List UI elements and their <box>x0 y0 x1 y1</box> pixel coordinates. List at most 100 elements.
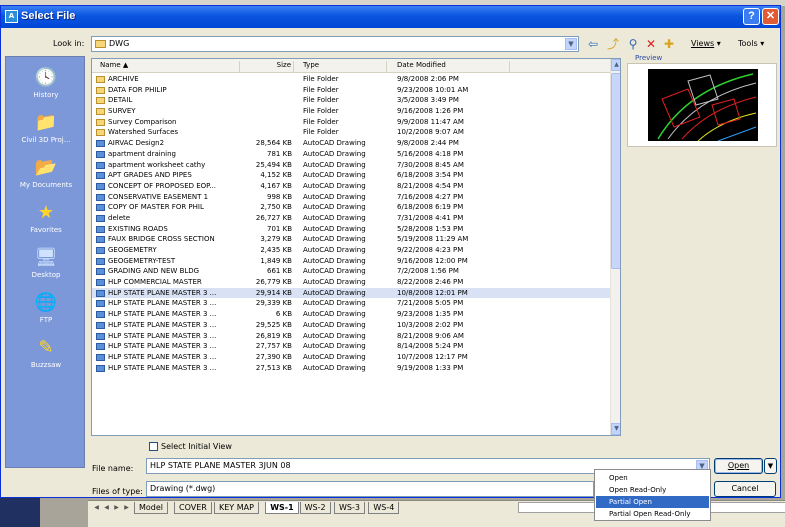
dwg-file-icon <box>96 257 105 265</box>
place-item[interactable]: 🖥 Desktop <box>6 243 86 287</box>
place-item[interactable]: 📂 My Documents <box>6 153 86 197</box>
cell-type: File Folder <box>303 107 339 116</box>
new-folder-icon[interactable]: ✚ <box>661 36 677 52</box>
place-item[interactable]: 🌐 FTP <box>6 288 86 332</box>
layout-tab[interactable]: WS-4 <box>368 502 400 514</box>
places-bar: 🕓 History 📁 Civil 3D Proj... 📂 My Documents ★ F… <box>5 56 85 468</box>
tab-next-icon[interactable]: ▶ <box>112 503 121 512</box>
cell-type: AutoCAD Drawing <box>303 331 366 340</box>
column-header-date[interactable]: Date Modified <box>390 61 510 72</box>
menu-item[interactable]: Partial Open <box>596 496 709 508</box>
column-header-type[interactable]: Type <box>297 61 387 72</box>
views-menu[interactable]: Views ▾ <box>691 39 721 48</box>
place-item[interactable]: ★ Favorites <box>6 198 86 242</box>
cell-type: AutoCAD Drawing <box>303 256 366 265</box>
table-row[interactable]: FAUX BRIDGE CROSS SECTION 3,279 KB AutoCAD… <box>92 234 610 245</box>
cell-type: File Folder <box>303 117 339 126</box>
tools-menu[interactable]: Tools ▾ <box>738 39 764 48</box>
cell-type: AutoCAD Drawing <box>303 224 366 233</box>
select-initial-view-checkbox[interactable] <box>149 442 158 451</box>
cancel-button[interactable]: Cancel <box>714 481 776 497</box>
scroll-thumb[interactable] <box>611 73 620 269</box>
tab-last-icon[interactable]: ▶ <box>122 503 131 512</box>
close-button[interactable]: ✕ <box>762 8 779 25</box>
cell-date: 7/16/2008 4:27 PM <box>397 192 464 201</box>
table-row[interactable]: apartment draining 781 KB AutoCAD Drawing 5… <box>92 149 610 160</box>
cell-size: 27,513 KB <box>255 363 292 372</box>
table-row[interactable]: HLP STATE PLANE MASTER 3 ... 27,757 KB Aut… <box>92 341 610 352</box>
cell-name: DETAIL <box>108 96 133 105</box>
help-button[interactable]: ? <box>743 8 760 25</box>
scroll-up-icon[interactable]: ▲ <box>611 59 620 71</box>
table-row[interactable]: delete 26,727 KB AutoCAD Drawing 7/31/2008 … <box>92 213 610 224</box>
table-row[interactable]: ARCHIVE File Folder 9/8/2008 2:06 PM <box>92 74 610 85</box>
up-folder-icon[interactable]: ⤴ <box>605 36 621 52</box>
table-row[interactable]: Watershed Surfaces File Folder 10/2/2008 9… <box>92 127 610 138</box>
table-row[interactable]: HLP STATE PLANE MASTER 3 ... 27,390 KB Aut… <box>92 352 610 363</box>
table-row[interactable]: HLP STATE PLANE MASTER 3 ... 29,914 KB Aut… <box>92 287 610 299</box>
dwg-file-icon <box>96 150 105 158</box>
table-row[interactable]: SURVEY File Folder 9/16/2008 1:26 PM <box>92 106 610 117</box>
tab-first-icon[interactable]: ◀ <box>92 503 101 512</box>
menu-item[interactable]: Open <box>596 472 709 484</box>
layout-tab[interactable]: WS-3 <box>334 502 365 514</box>
tab-prev-icon[interactable]: ◀ <box>102 503 111 512</box>
table-row[interactable]: HLP STATE PLANE MASTER 3 ... 29,525 KB Aut… <box>92 320 610 331</box>
table-row[interactable]: CONSERVATIVE EASEMENT 1 998 KB AutoCAD Dra… <box>92 192 610 203</box>
column-header-size[interactable]: Size <box>242 61 294 72</box>
cell-date: 5/28/2008 1:53 PM <box>397 224 464 233</box>
cell-name: ARCHIVE <box>108 75 139 83</box>
table-row[interactable]: apartment worksheet cathy 25,494 KB AutoCA… <box>92 160 610 171</box>
table-row[interactable]: Survey Comparison File Folder 9/9/2008 11:… <box>92 117 610 128</box>
file-list[interactable]: Name ▲ Size Type Date Modified ARCHIVE Fi… <box>91 58 621 436</box>
menu-item[interactable]: Open Read-Only <box>596 484 709 496</box>
table-row[interactable]: GEOGEMETRY-TEST 1,849 KB AutoCAD Drawing 9/… <box>92 256 610 267</box>
table-row[interactable]: COPY OF MASTER FOR PHIL 2,750 KB AutoCAD D… <box>92 202 610 213</box>
open-options-menu: Open Open Read-Only Partial Open Partial Op… <box>594 469 711 521</box>
open-button[interactable]: Open <box>714 458 763 474</box>
scroll-down-icon[interactable]: ▼ <box>611 423 620 435</box>
table-row[interactable]: AIRVAC Design2 28,564 KB AutoCAD Drawing 9/… <box>92 138 610 149</box>
table-row[interactable]: HLP STATE PLANE MASTER 3 ... 29,339 KB Aut… <box>92 298 610 309</box>
cell-type: AutoCAD Drawing <box>303 181 366 190</box>
layout-tab[interactable]: WS-1 <box>265 502 299 514</box>
table-row[interactable]: CONCEPT OF PROPOSED EOP... 4,167 KB AutoCA… <box>92 181 610 192</box>
table-row[interactable]: APT GRADES AND PIPES 4,152 KB AutoCAD Draw… <box>92 170 610 181</box>
menu-item[interactable]: Partial Open Read-Only <box>596 508 709 520</box>
layout-tab[interactable]: COVER <box>174 502 212 514</box>
open-dropdown-arrow-icon[interactable]: ▼ <box>764 458 777 474</box>
history-icon: 🕓 <box>34 67 58 88</box>
table-row[interactable]: GEOGEMETRY 2,435 KB AutoCAD Drawing 9/22/20… <box>92 245 610 256</box>
place-item[interactable]: 📁 Civil 3D Proj... <box>6 108 86 152</box>
cell-date: 3/5/2008 3:49 PM <box>397 96 459 105</box>
folder-icon: 📁 <box>34 112 58 133</box>
cell-name: FAUX BRIDGE CROSS SECTION <box>108 235 215 244</box>
table-row[interactable]: HLP STATE PLANE MASTER 3 ... 27,513 KB Aut… <box>92 363 610 374</box>
cell-size: 27,390 KB <box>255 352 292 361</box>
delete-icon[interactable]: ✕ <box>643 36 659 52</box>
layout-tab[interactable]: WS-2 <box>299 502 331 514</box>
place-item[interactable]: 🕓 History <box>6 63 86 107</box>
cell-type: AutoCAD Drawing <box>303 320 366 329</box>
table-row[interactable]: HLP STATE PLANE MASTER 3 ... 6 KB AutoCAD … <box>92 309 610 320</box>
cell-size: 4,152 KB <box>260 171 292 180</box>
table-row[interactable]: DETAIL File Folder 3/5/2008 3:49 PM <box>92 95 610 106</box>
dialog-titlebar[interactable]: A Select File ? ✕ <box>1 6 780 28</box>
table-row[interactable]: DATA FOR PHILIP File Folder 9/23/2008 10:0… <box>92 85 610 96</box>
search-icon[interactable]: ⚲ <box>625 36 641 52</box>
layout-tab[interactable]: Model <box>134 502 169 514</box>
table-row[interactable]: EXISTING ROADS 701 KB AutoCAD Drawing 5/28/… <box>92 224 610 235</box>
cell-name: Survey Comparison <box>108 117 177 126</box>
column-header-name[interactable]: Name ▲ <box>100 61 240 72</box>
layout-tab[interactable]: KEY MAP <box>214 502 259 514</box>
table-row[interactable]: HLP COMMERCIAL MASTER 26,779 KB AutoCAD Dr… <box>92 277 610 288</box>
table-row[interactable]: HLP STATE PLANE MASTER 3 ... 26,819 KB Aut… <box>92 331 610 342</box>
back-icon[interactable]: ⇦ <box>585 36 601 52</box>
table-row[interactable]: GRADING AND NEW BLDG 661 KB AutoCAD Drawin… <box>92 266 610 277</box>
chevron-down-icon[interactable]: ▼ <box>565 38 577 50</box>
vertical-scrollbar[interactable]: ▲ ▼ <box>610 59 620 435</box>
look-in-select[interactable]: DWG ▼ <box>91 36 579 52</box>
file-type-select[interactable]: Drawing (*.dwg) <box>146 481 594 497</box>
cell-type: AutoCAD Drawing <box>303 160 366 169</box>
place-item[interactable]: ✎ Buzzsaw <box>6 333 86 377</box>
